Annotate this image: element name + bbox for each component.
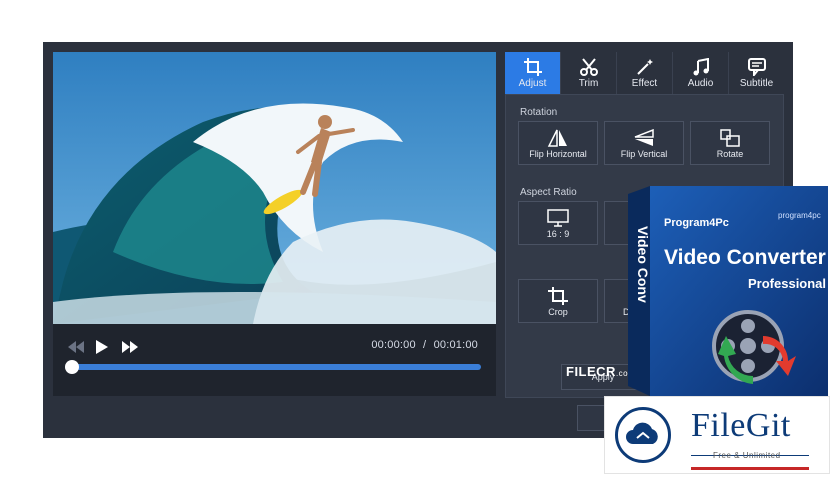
flip-horizontal-button[interactable]: Flip Horizontal [518,121,598,165]
filegit-logo-icon [615,407,671,463]
rotate-label: Rotate [716,149,744,159]
filecr-watermark: FILECR.com [566,364,636,379]
tab-label: Subtitle [739,77,774,89]
box-spine-text: Video Conv [635,226,651,303]
player-controls: 00:00:00 / 00:01:00 [53,324,496,396]
flip-horizontal-label: Flip Horizontal [529,149,587,159]
rewind-icon[interactable] [65,336,87,358]
tab-audio[interactable]: Audio [673,52,729,94]
progress-handle[interactable] [65,360,79,374]
surfer-video-frame [53,52,496,324]
monitor-icon [547,207,569,229]
box-edition: Professional [748,276,826,291]
product-box-image: Video Conv Program4Pc program4pc Video C… [628,186,828,396]
crop-icon [547,285,569,307]
tab-label: Effect [631,77,658,89]
aspect-ratio-label: Aspect Ratio [520,187,577,198]
flip-vertical-button[interactable]: Flip Vertical [604,121,684,165]
subtitle-icon [747,57,766,78]
fast-forward-icon[interactable] [119,336,141,358]
play-icon[interactable] [91,336,113,358]
time-separator: / [423,339,427,351]
filegit-watermark: FileGit Free & Unlimited [604,396,830,474]
time-display: 00:00:00 / 00:01:00 [369,339,480,351]
flip-vertical-icon [633,127,655,149]
tab-adjust[interactable]: Adjust [505,52,561,94]
flip-horizontal-icon [547,127,569,149]
tab-label: Adjust [518,77,547,89]
box-title: Video Converter [664,246,826,269]
edit-tabs: Adjust Trim Effect Audio Subtitle [505,52,784,94]
tab-subtitle[interactable]: Subtitle [729,52,784,94]
box-brand-small: program4pc [778,211,821,220]
magic-wand-icon [636,58,654,78]
crop-button[interactable]: Crop [518,279,598,323]
filegit-subtitle: Free & Unlimited [713,451,781,460]
crop-label: Crop [548,307,568,317]
current-time: 00:00:00 [371,339,416,351]
aspect-16-9-label: 16 : 9 [546,229,570,239]
box-brand: Program4Pc [664,217,729,229]
aspect-16-9-button[interactable]: 16 : 9 [518,201,598,245]
music-note-icon [692,57,710,78]
filegit-underline [691,467,809,470]
scissors-icon [579,57,598,78]
crop-icon [523,57,542,78]
video-preview [53,52,496,324]
total-time: 00:01:00 [433,339,478,351]
tab-label: Audio [687,77,714,89]
tab-label: Trim [578,77,599,89]
tab-trim[interactable]: Trim [561,52,617,94]
rotate-button[interactable]: Rotate [690,121,770,165]
rotation-label: Rotation [520,107,558,118]
tab-effect[interactable]: Effect [617,52,673,94]
flip-vertical-label: Flip Vertical [620,149,668,159]
filegit-title: FileGit [691,407,791,444]
progress-bar[interactable] [65,360,481,374]
rotate-icon [719,127,741,149]
